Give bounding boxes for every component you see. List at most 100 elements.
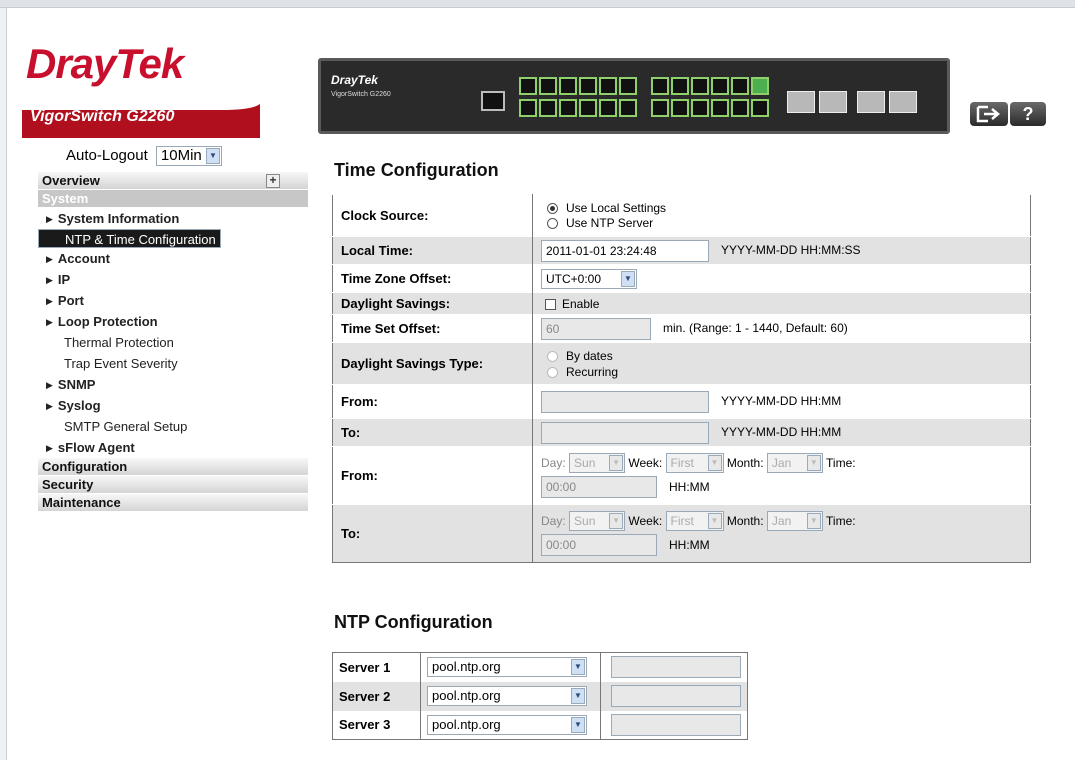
chevron-down-icon: ▼ bbox=[707, 455, 722, 472]
sidebar-cat-security[interactable]: Security bbox=[38, 476, 308, 494]
sidebar-item-system-information[interactable]: System Information bbox=[38, 208, 308, 229]
clock-source-options: Use Local Settings Use NTP Server bbox=[547, 201, 1022, 231]
port-icon[interactable] bbox=[751, 77, 769, 95]
port-icon[interactable] bbox=[711, 77, 729, 95]
server-1-label: Server 1 bbox=[332, 652, 421, 682]
radio-icon[interactable] bbox=[547, 366, 558, 378]
to-date-label: To: bbox=[332, 418, 533, 447]
port-icon[interactable] bbox=[731, 99, 749, 117]
port-icon[interactable] bbox=[539, 99, 557, 117]
sidebar-item-snmp[interactable]: SNMP bbox=[38, 374, 308, 395]
sidebar-cat-maintenance[interactable]: Maintenance bbox=[38, 494, 308, 512]
port-icon[interactable] bbox=[559, 77, 577, 95]
sidebar-cat-configuration[interactable]: Configuration bbox=[38, 458, 308, 476]
port-icon[interactable] bbox=[539, 77, 557, 95]
from-time-input[interactable]: 00:00 bbox=[541, 476, 657, 499]
auto-logout-select[interactable]: 10Min ▼ bbox=[155, 146, 222, 166]
port-icon[interactable] bbox=[579, 77, 597, 95]
sidebar-cat-overview[interactable]: Overview + bbox=[38, 172, 308, 190]
week-label: Week: bbox=[628, 513, 663, 528]
sidebar-item-thermal-protection[interactable]: Thermal Protection bbox=[38, 332, 308, 353]
server-3-select[interactable]: pool.ntp.org ▼ bbox=[427, 714, 587, 735]
port-icon[interactable] bbox=[711, 99, 729, 117]
sidebar-item-smtp[interactable]: SMTP General Setup bbox=[38, 416, 308, 437]
from-date-input[interactable] bbox=[541, 390, 709, 413]
port-icon[interactable] bbox=[579, 99, 597, 117]
sfp-port-icon[interactable] bbox=[889, 91, 917, 113]
from-day-select[interactable]: Sun ▼ bbox=[569, 453, 626, 474]
server-2-input[interactable] bbox=[611, 685, 741, 707]
port-icon[interactable] bbox=[519, 77, 537, 95]
port-icon[interactable] bbox=[671, 99, 689, 117]
from-day-value: Sun bbox=[574, 456, 596, 471]
port-icon[interactable] bbox=[691, 77, 709, 95]
port-icon[interactable] bbox=[731, 77, 749, 95]
auto-logout: Auto-Logout 10Min ▼ bbox=[66, 146, 222, 166]
logout-icon[interactable] bbox=[970, 102, 1008, 126]
sidebar-item-sflow-agent[interactable]: sFlow Agent bbox=[38, 437, 308, 458]
to-month-select[interactable]: Jan ▼ bbox=[766, 511, 823, 532]
opt-local-label: Use Local Settings bbox=[566, 200, 667, 215]
server-2-select[interactable]: pool.ntp.org ▼ bbox=[427, 686, 587, 706]
sidebar-item-ip[interactable]: IP bbox=[38, 269, 308, 290]
day-label: Day: bbox=[541, 455, 566, 470]
from-recurring-row: Day: Sun ▼ Week: First ▼ Month: Jan ▼ Time: bbox=[541, 452, 1022, 474]
page-title: Time Configuration bbox=[334, 160, 499, 180]
from-date-hint: YYYY-MM-DD HH:MM bbox=[721, 393, 842, 408]
server-1-input[interactable] bbox=[611, 656, 741, 679]
month-label: Month: bbox=[726, 513, 764, 528]
server-3-input[interactable] bbox=[611, 713, 741, 736]
time-set-offset-input[interactable]: 60 bbox=[541, 317, 651, 340]
expand-plus-icon[interactable]: + bbox=[266, 174, 280, 188]
tz-offset-select[interactable]: UTC+0:00 ▼ bbox=[541, 268, 637, 289]
radio-checked-icon[interactable] bbox=[547, 202, 558, 214]
window-edge bbox=[0, 8, 7, 760]
port-icon[interactable] bbox=[671, 77, 689, 95]
port-icon[interactable] bbox=[651, 99, 669, 117]
tz-offset-label: Time Zone Offset: bbox=[332, 264, 533, 293]
to-day-select[interactable]: Sun ▼ bbox=[569, 511, 626, 532]
sidebar-item-port[interactable]: Port bbox=[38, 290, 308, 311]
port-icon[interactable] bbox=[599, 77, 617, 95]
port-icon[interactable] bbox=[651, 77, 669, 95]
chevron-down-icon: ▼ bbox=[571, 716, 585, 733]
to-date-input[interactable] bbox=[541, 421, 709, 444]
sidebar-item-trap-event-severity[interactable]: Trap Event Severity bbox=[38, 353, 308, 374]
sidebar-item-loop-protection[interactable]: Loop Protection bbox=[38, 311, 308, 332]
dst-label: Daylight Savings: bbox=[332, 292, 533, 315]
port-icon[interactable] bbox=[691, 99, 709, 117]
from-week-select[interactable]: First ▼ bbox=[665, 453, 724, 474]
from-month-select[interactable]: Jan ▼ bbox=[766, 453, 823, 474]
server-3-label: Server 3 bbox=[332, 710, 421, 740]
port-icon[interactable] bbox=[619, 77, 637, 95]
sidebar-item-account[interactable]: Account bbox=[38, 248, 308, 269]
local-time-input[interactable]: 2011-01-01 23:24:48 bbox=[541, 239, 709, 262]
port-icon[interactable] bbox=[619, 99, 637, 117]
dst-type-by-dates[interactable]: By dates bbox=[547, 348, 1022, 364]
time-label: Time: bbox=[826, 455, 856, 470]
to-time-input[interactable]: 00:00 bbox=[541, 534, 657, 557]
to-week-select[interactable]: First ▼ bbox=[665, 511, 724, 532]
clock-source-ntp[interactable]: Use NTP Server bbox=[547, 216, 1022, 231]
server-3-value: pool.ntp.org bbox=[432, 716, 501, 732]
opt-ntp-label: Use NTP Server bbox=[566, 215, 654, 230]
port-icon[interactable] bbox=[751, 99, 769, 117]
radio-icon[interactable] bbox=[547, 350, 558, 362]
server-1-select[interactable]: pool.ntp.org ▼ bbox=[427, 657, 587, 678]
sfp-port-icon[interactable] bbox=[857, 91, 885, 113]
chevron-down-icon: ▼ bbox=[707, 513, 722, 530]
radio-icon[interactable] bbox=[547, 217, 558, 229]
help-button[interactable]: ? bbox=[1010, 102, 1046, 126]
dst-type-recurring[interactable]: Recurring bbox=[547, 364, 1022, 380]
sidebar-item-syslog[interactable]: Syslog bbox=[38, 395, 308, 416]
port-icon[interactable] bbox=[519, 99, 537, 117]
sfp-port-icon[interactable] bbox=[787, 91, 815, 113]
sidebar-cat-system[interactable]: System bbox=[38, 190, 308, 208]
clock-source-local[interactable]: Use Local Settings bbox=[547, 201, 1022, 216]
sidebar-item-ntp-time[interactable]: NTP & Time Configuration bbox=[38, 229, 221, 248]
port-icon[interactable] bbox=[559, 99, 577, 117]
chevron-down-icon: ▼ bbox=[609, 513, 624, 530]
sfp-port-icon[interactable] bbox=[819, 91, 847, 113]
port-icon[interactable] bbox=[599, 99, 617, 117]
dst-enable-checkbox[interactable] bbox=[545, 298, 556, 310]
